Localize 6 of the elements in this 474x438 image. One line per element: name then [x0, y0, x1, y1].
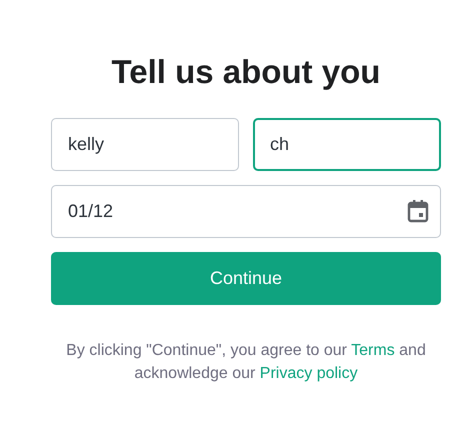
date-field[interactable]: 01/12: [51, 184, 441, 238]
text-field[interactable]: ch: [253, 118, 441, 171]
terms-notice: By clicking "Continue", you agree to our Terms and acknowledge our Privacy policy: [65, 340, 427, 384]
page-title: Tell us about you: [110, 52, 382, 92]
text-field[interactable]: kelly: [51, 118, 239, 171]
calendar-icon[interactable]: [407, 198, 429, 223]
